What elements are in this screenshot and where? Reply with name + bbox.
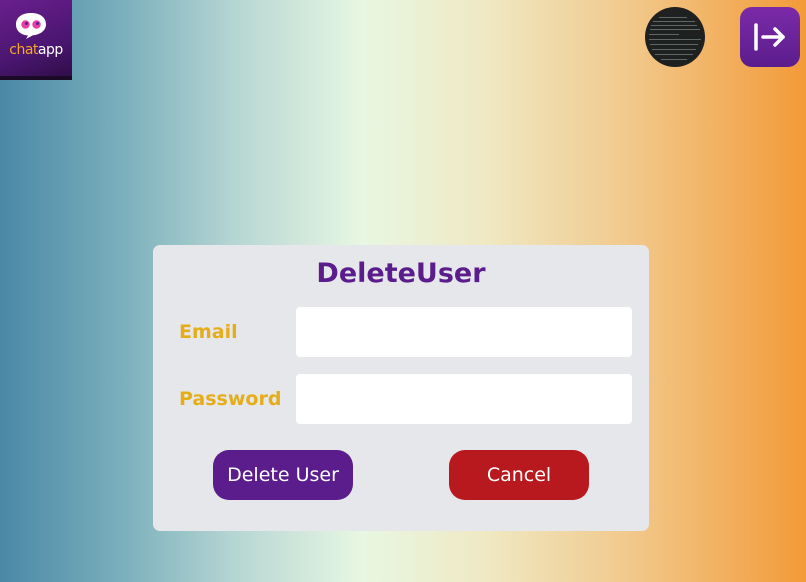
email-label: Email	[179, 321, 238, 343]
delete-user-button[interactable]: Delete User	[213, 450, 353, 500]
delete-user-card: DeleteUser Email Password Delete User Ca…	[153, 245, 649, 531]
avatar-texture-line	[650, 44, 698, 45]
brand-chat: chat	[9, 42, 38, 58]
avatar-texture-line	[652, 49, 696, 50]
chat-bubble-icon	[16, 13, 46, 39]
avatar-texture-line	[651, 25, 697, 26]
password-label: Password	[179, 388, 282, 410]
avatar-texture-line	[653, 21, 695, 22]
profile-avatar[interactable]	[645, 7, 705, 67]
avatar-texture-line	[649, 34, 679, 35]
cancel-button[interactable]: Cancel	[449, 450, 589, 500]
password-field[interactable]	[296, 374, 632, 424]
logout-button[interactable]	[740, 7, 800, 67]
logo-footer-strip	[0, 76, 72, 80]
page-title: DeleteUser	[316, 258, 486, 289]
avatar-texture-line	[659, 17, 687, 18]
brand-name: chatapp	[0, 42, 72, 58]
app-logo[interactable]: chatapp	[0, 0, 72, 80]
avatar-texture-line	[661, 59, 687, 60]
avatar-texture-line	[655, 54, 693, 55]
brand-app: app	[37, 42, 63, 58]
avatar-texture-line	[649, 39, 701, 40]
avatar-texture-line	[650, 29, 700, 30]
email-field[interactable]	[296, 307, 632, 357]
logout-arrow-icon	[754, 23, 785, 51]
